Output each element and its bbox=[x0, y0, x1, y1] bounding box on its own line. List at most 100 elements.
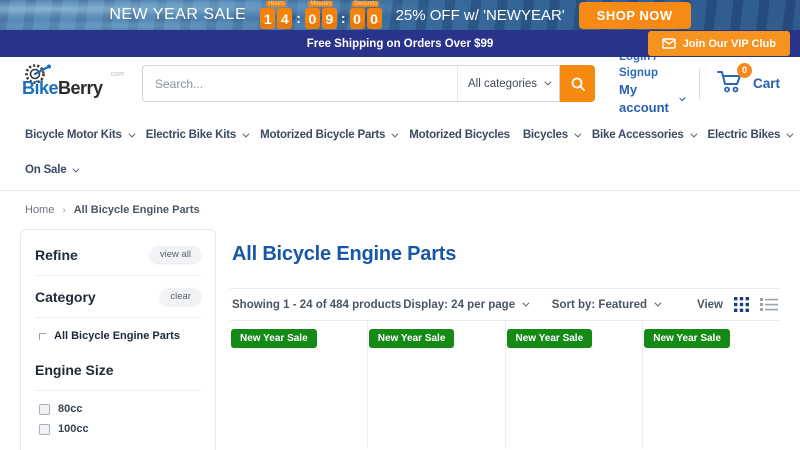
countdown-digit: 0 bbox=[349, 8, 365, 29]
countdown-digit: 4 bbox=[277, 8, 293, 29]
engine-size-title: Engine Size bbox=[35, 362, 114, 378]
countdown-minutes: Minutes 0 9 bbox=[304, 1, 337, 29]
countdown-digit: 1 bbox=[260, 8, 276, 29]
my-account-dropdown[interactable]: My account bbox=[619, 81, 686, 116]
sale-badge: New Year Sale bbox=[368, 329, 455, 348]
countdown-hours: Hours 1 4 bbox=[260, 1, 293, 29]
refine-title: Refine bbox=[35, 246, 78, 263]
my-account-label: My account bbox=[619, 82, 669, 116]
shipping-bar: Free Shipping on Orders Over $99 Join Ou… bbox=[0, 30, 800, 57]
nav-item-bike-accessories[interactable]: Bike Accessories bbox=[592, 129, 697, 141]
search-button[interactable] bbox=[560, 65, 595, 102]
categories-dropdown[interactable]: All categories bbox=[457, 65, 560, 102]
content-area: Refine view all Category clear All Bicyc… bbox=[0, 229, 800, 450]
countdown-digit: 0 bbox=[366, 8, 382, 29]
subcategory-corner-icon bbox=[39, 333, 46, 340]
sale-badge: New Year Sale bbox=[231, 329, 317, 348]
join-vip-button[interactable]: Join Our VIP Club bbox=[647, 31, 790, 56]
breadcrumb: Home › All Bicycle Engine Parts bbox=[0, 191, 800, 229]
search-icon bbox=[571, 77, 585, 91]
chevron-down-icon bbox=[786, 130, 794, 138]
countdown-seconds: Seconds 0 0 bbox=[349, 1, 382, 29]
countdown-seconds-label: Seconds bbox=[351, 1, 380, 7]
logo-suffix: com bbox=[110, 70, 124, 78]
sidebar-divider bbox=[35, 275, 201, 276]
results-count: Showing 1 - 24 of 484 products bbox=[232, 298, 402, 311]
join-vip-label: Join Our VIP Club bbox=[682, 37, 776, 50]
free-shipping-text: Free Shipping on Orders Over $99 bbox=[306, 37, 494, 50]
product-card[interactable]: New Year Sale bbox=[504, 321, 643, 449]
account-menu[interactable]: Login / Signup My account bbox=[619, 50, 686, 116]
view-all-button[interactable]: view all bbox=[149, 246, 201, 263]
sale-badge: New Year Sale bbox=[506, 329, 593, 348]
cart-count-badge: 0 bbox=[736, 62, 752, 78]
filter-option-80cc[interactable]: 80cc bbox=[35, 403, 201, 415]
header-divider bbox=[699, 68, 700, 99]
display-per-page-dropdown[interactable]: Display: 24 per page bbox=[403, 299, 552, 311]
chevron-down-icon bbox=[679, 94, 686, 101]
checkbox-icon[interactable] bbox=[39, 403, 50, 415]
promo-sale-text: NEW YEAR SALE bbox=[109, 6, 247, 23]
nav-item-electric-bikes[interactable]: Electric Bikes bbox=[708, 129, 794, 141]
cart-label: Cart bbox=[752, 76, 780, 91]
view-switcher: View bbox=[697, 296, 778, 313]
display-per-page-label: Display: 24 per page bbox=[403, 298, 516, 311]
breadcrumb-current: All Bicycle Engine Parts bbox=[73, 204, 200, 216]
sort-by-label: Sort by: Featured bbox=[551, 298, 647, 311]
countdown-timer: Hours 1 4 : Minutes 0 9 : Seconds 0 0 bbox=[260, 1, 382, 29]
nav-row-secondary: On Sale bbox=[25, 150, 775, 190]
chevron-down-icon bbox=[544, 78, 552, 86]
page-title: All Bicycle Engine Parts bbox=[232, 243, 457, 265]
list-view-icon[interactable] bbox=[760, 297, 778, 312]
logo-text: BikeBerry bbox=[22, 77, 103, 98]
chevron-down-icon bbox=[689, 130, 697, 138]
promo-offer-text: 25% OFF w/ 'NEWYEAR' bbox=[395, 6, 565, 24]
nav-item-electric-bike-kits[interactable]: Electric Bike Kits bbox=[146, 129, 250, 141]
envelope-icon bbox=[661, 38, 676, 49]
filter-option-label: 80cc bbox=[58, 403, 83, 415]
main-panel: All Bicycle Engine Parts Showing 1 - 24 … bbox=[230, 229, 780, 449]
main-navigation: Bicycle Motor Kits Electric Bike Kits Mo… bbox=[0, 110, 800, 191]
cart-button[interactable]: 0 Cart bbox=[716, 62, 780, 99]
checkbox-icon[interactable] bbox=[39, 423, 50, 435]
product-card[interactable]: New Year Sale bbox=[366, 321, 505, 449]
chevron-down-icon bbox=[128, 130, 136, 138]
results-toolbar: Showing 1 - 24 of 484 products Display: … bbox=[230, 288, 780, 321]
countdown-separator: : bbox=[296, 10, 301, 26]
clear-filter-button[interactable]: clear bbox=[160, 288, 201, 305]
breadcrumb-separator: › bbox=[62, 204, 66, 216]
countdown-hours-label: Hours bbox=[266, 1, 287, 7]
filter-option-label: 100cc bbox=[58, 423, 89, 435]
chevron-down-icon bbox=[391, 130, 399, 138]
category-item-all-bicycle-engine-parts[interactable]: All Bicycle Engine Parts bbox=[35, 330, 201, 342]
countdown-minutes-label: Minutes bbox=[308, 1, 334, 7]
countdown-digit: 0 bbox=[304, 8, 320, 29]
sidebar-divider bbox=[35, 390, 201, 391]
filter-sidebar: Refine view all Category clear All Bicyc… bbox=[20, 229, 216, 450]
countdown-digit: 9 bbox=[321, 8, 337, 29]
category-item-label: All Bicycle Engine Parts bbox=[54, 330, 180, 342]
search-input[interactable] bbox=[142, 65, 457, 102]
filter-option-100cc[interactable]: 100cc bbox=[35, 423, 201, 435]
shop-now-button[interactable]: SHOP NOW bbox=[578, 1, 691, 29]
view-label: View bbox=[697, 298, 723, 311]
product-grid: New Year Sale New Year Sale New Year Sal… bbox=[230, 321, 780, 449]
bikeberry-logo[interactable]: BikeBerry com bbox=[20, 62, 126, 106]
nav-item-on-sale[interactable]: On Sale bbox=[25, 164, 80, 176]
breadcrumb-home-link[interactable]: Home bbox=[25, 204, 54, 216]
nav-row-primary: Bicycle Motor Kits Electric Bike Kits Mo… bbox=[25, 120, 794, 150]
chevron-down-icon bbox=[654, 299, 662, 307]
search-bar: All categories bbox=[142, 65, 595, 102]
promo-banner: NEW YEAR SALE Hours 1 4 : Minutes 0 9 : … bbox=[0, 0, 800, 30]
categories-dropdown-label: All categories bbox=[467, 77, 538, 90]
product-card[interactable]: New Year Sale bbox=[230, 321, 367, 449]
sort-by-dropdown[interactable]: Sort by: Featured bbox=[551, 298, 662, 311]
grid-view-icon[interactable] bbox=[733, 296, 750, 313]
chevron-down-icon bbox=[72, 165, 80, 173]
chevron-down-icon bbox=[574, 130, 582, 138]
nav-item-motorized-bicycle-parts[interactable]: Motorized Bicycle Parts bbox=[260, 129, 399, 141]
nav-item-motorized-bicycles[interactable]: Motorized Bicycles bbox=[409, 129, 510, 141]
nav-item-bicycles[interactable]: Bicycles bbox=[523, 129, 582, 141]
product-card[interactable]: New Year Sale bbox=[642, 321, 780, 449]
nav-item-bicycle-motor-kits[interactable]: Bicycle Motor Kits bbox=[25, 129, 136, 141]
